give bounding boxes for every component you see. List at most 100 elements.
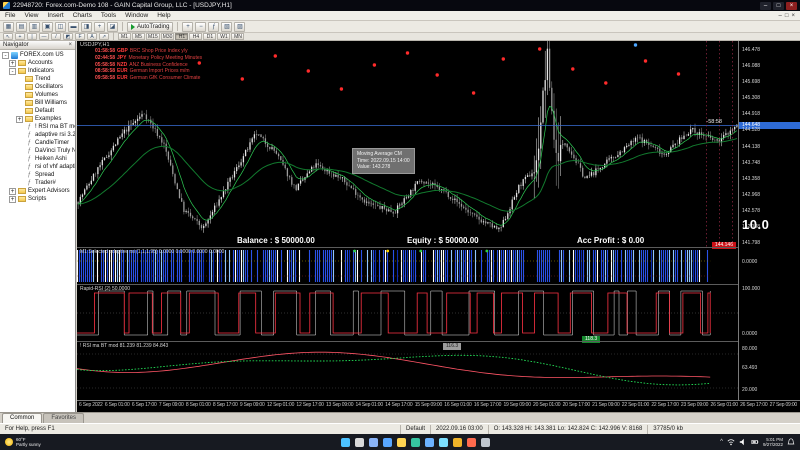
- battery-icon[interactable]: [751, 438, 759, 446]
- tree-expand-icon[interactable]: +: [9, 195, 16, 203]
- sidebar-item-bill-williams[interactable]: Bill Williams: [0, 99, 75, 107]
- hidden-icons-chevron[interactable]: ^: [720, 439, 723, 445]
- mt4-terminal-icon[interactable]: [452, 437, 462, 447]
- menu-tools[interactable]: Tools: [101, 12, 116, 19]
- minimize-button[interactable]: –: [760, 1, 771, 10]
- tree-expand-icon[interactable]: +: [9, 59, 16, 67]
- metaeditor-icon[interactable]: ◪: [107, 21, 118, 32]
- edge-icon[interactable]: [410, 437, 420, 447]
- trendline-icon[interactable]: /: [51, 33, 61, 40]
- vertical-line-icon[interactable]: |: [27, 33, 37, 40]
- notification-bell-icon[interactable]: [787, 438, 795, 446]
- data-window-icon[interactable]: ▣: [42, 21, 53, 32]
- indicator2-canvas[interactable]: [77, 285, 738, 341]
- sidebar-item-oscillators[interactable]: Oscillators: [0, 83, 75, 91]
- sidebar-item-expert-advisors[interactable]: + Expert Advisors: [0, 187, 75, 195]
- window-separator[interactable]: [77, 341, 800, 342]
- sidebar-item-rsi-of-vhf-adaptive-avg-[interactable]: ƒ rsi of vhf adaptive avg...: [0, 163, 75, 171]
- sidebar-item-forex-com-us[interactable]: - FOREX.com US: [0, 51, 75, 59]
- time-axis[interactable]: 6 Sep 2022 6 Sep 01:00 6 Sep 17:00 7 Sep 09…: [77, 400, 800, 412]
- menu-view[interactable]: View: [24, 12, 38, 19]
- maximize-button[interactable]: □: [773, 1, 784, 10]
- menu-insert[interactable]: Insert: [47, 12, 63, 19]
- tab-common[interactable]: Common: [2, 413, 43, 423]
- tree-expand-icon[interactable]: -: [9, 67, 16, 75]
- templates-icon[interactable]: ▨: [234, 21, 246, 32]
- widgets-icon[interactable]: [382, 437, 392, 447]
- indicator3-canvas[interactable]: [77, 342, 738, 400]
- fibonacci-icon[interactable]: F: [75, 33, 85, 40]
- chart-plot-area[interactable]: USDJPY,H1 01:58:58 GBP BRC Shop Price Inde…: [77, 41, 738, 400]
- sidebar-item-candletimer[interactable]: ƒ CandleTimer: [0, 139, 75, 147]
- volume-icon[interactable]: [739, 438, 747, 446]
- timeframe-m30[interactable]: M30: [160, 33, 175, 40]
- sidebar-item-adaptive-rsi-3-2-oma[interactable]: ƒ adaptive rsi 3.2 oma: [0, 131, 75, 139]
- horizontal-line-icon[interactable]: —: [39, 33, 49, 40]
- child-minimize-button[interactable]: –: [779, 13, 782, 19]
- sidebar-item-davinci-truly-news-r-[interactable]: ƒ DaVinci Truly News R...: [0, 147, 75, 155]
- new-order-icon[interactable]: +: [94, 21, 105, 32]
- chart-window[interactable]: USDJPY,H1 01:58:58 GBP BRC Shop Price Inde…: [77, 41, 800, 412]
- timeframe-m1[interactable]: M1: [118, 33, 131, 40]
- zoom-in-icon[interactable]: +: [182, 21, 194, 32]
- timeframe-d1[interactable]: D1: [203, 33, 217, 40]
- arrow-tool-icon[interactable]: ↗: [99, 33, 109, 40]
- tree-expand-icon[interactable]: -: [2, 51, 9, 59]
- market-watch-icon[interactable]: ▥: [29, 21, 40, 32]
- profiles-icon[interactable]: ▤: [16, 21, 27, 32]
- timeframe-m5[interactable]: M5: [132, 33, 145, 40]
- crosshair-icon[interactable]: +: [15, 33, 25, 40]
- sidebar-item-volumes[interactable]: Volumes: [0, 91, 75, 99]
- child-close-button[interactable]: ×: [791, 13, 795, 19]
- photos-icon[interactable]: [438, 437, 448, 447]
- window-separator[interactable]: [77, 284, 800, 285]
- text-label-icon[interactable]: A: [87, 33, 97, 40]
- window-separator[interactable]: [77, 247, 800, 248]
- sidebar-item-spread[interactable]: ƒ Spread: [0, 171, 75, 179]
- tab-favorites[interactable]: Favorites: [43, 413, 85, 423]
- new-chart-icon[interactable]: ▦: [3, 21, 14, 32]
- sidebar-item-accounts[interactable]: + Accounts: [0, 59, 75, 67]
- menu-charts[interactable]: Charts: [73, 12, 92, 19]
- strategy-tester-icon[interactable]: ◨: [81, 21, 92, 32]
- browser-icon[interactable]: [466, 437, 476, 447]
- sidebar-item-trend[interactable]: Trend: [0, 75, 75, 83]
- status-profile[interactable]: Default: [400, 424, 430, 434]
- sidebar-item-indicators[interactable]: - Indicators: [0, 67, 75, 75]
- store-icon[interactable]: [424, 437, 434, 447]
- zoom-out-icon[interactable]: −: [195, 21, 207, 32]
- sidebar-item--rsi-ma-bt-mod[interactable]: ƒ ! RSI ma BT mod: [0, 123, 75, 131]
- timeframe-h1[interactable]: H1: [175, 33, 189, 40]
- notepad-icon[interactable]: [480, 437, 490, 447]
- menu-file[interactable]: File: [5, 12, 15, 19]
- file-explorer-icon[interactable]: [396, 437, 406, 447]
- sidebar-item-trader-[interactable]: ƒ Trader#: [0, 179, 75, 187]
- timeframe-h4[interactable]: H4: [189, 33, 203, 40]
- weather-widget[interactable]: 60°F Partly sunny: [0, 437, 110, 447]
- price-axis[interactable]: 144.648 10.0 146.478 146.088 145.698 145.30…: [738, 41, 800, 400]
- periods-icon[interactable]: ▧: [221, 21, 233, 32]
- sidebar-item-default[interactable]: Default: [0, 107, 75, 115]
- autotrading-button[interactable]: AutoTrading: [127, 21, 174, 32]
- timeframe-m15[interactable]: M15: [146, 33, 160, 40]
- timeframe-mn[interactable]: MN: [231, 33, 245, 40]
- sidebar-item-examples[interactable]: + Examples: [0, 115, 75, 123]
- menu-window[interactable]: Window: [125, 12, 148, 19]
- search-icon[interactable]: [354, 437, 364, 447]
- task-view-icon[interactable]: [368, 437, 378, 447]
- tree-expand-icon[interactable]: +: [16, 115, 23, 123]
- terminal-panel-icon[interactable]: ▬: [68, 21, 79, 32]
- indicators-list-icon[interactable]: ƒ: [208, 21, 220, 32]
- cursor-icon[interactable]: ↖: [3, 33, 13, 40]
- tree-expand-icon[interactable]: +: [9, 187, 16, 195]
- timeframe-w1[interactable]: W1: [217, 33, 231, 40]
- wifi-icon[interactable]: [727, 438, 735, 446]
- navigator-panel-icon[interactable]: ◫: [55, 21, 66, 32]
- menu-help[interactable]: Help: [157, 12, 170, 19]
- start-button[interactable]: [340, 437, 350, 447]
- close-button[interactable]: ×: [786, 1, 797, 10]
- channel-icon[interactable]: ◩: [63, 33, 73, 40]
- taskbar-clock[interactable]: 5:01 PM 9/27/2022: [763, 437, 783, 447]
- child-restore-button[interactable]: □: [785, 13, 789, 19]
- navigator-close-icon[interactable]: ×: [68, 42, 72, 48]
